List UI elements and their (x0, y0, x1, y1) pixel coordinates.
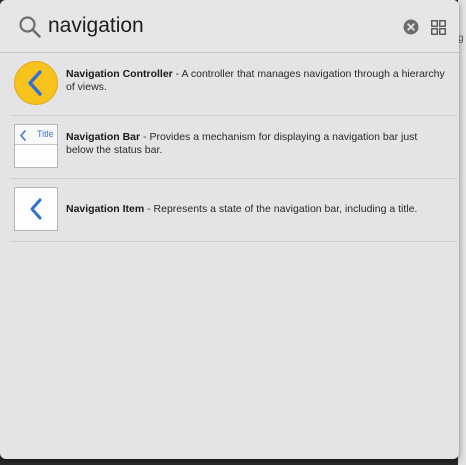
object-library-panel: Navigation Controller - A controller tha… (0, 0, 459, 459)
chevron-left-icon (28, 70, 42, 96)
grid-view-icon[interactable] (431, 20, 446, 35)
search-bar (0, 0, 459, 53)
list-item-title: Navigation Item (66, 203, 145, 215)
navigation-bar-preview: Title (15, 125, 57, 145)
list-item-title: Navigation Controller (66, 68, 173, 80)
navigation-bar-preview-title: Title (37, 129, 54, 139)
list-item-text: Navigation Controller - A controller tha… (66, 68, 446, 94)
list-item-text: Navigation Item - Represents a state of … (66, 203, 446, 216)
list-item-description: - Represents a state of the navigation b… (144, 203, 418, 215)
chevron-left-icon (30, 198, 42, 220)
list-item-text: Navigation Bar - Provides a mechanism fo… (66, 131, 446, 157)
navigation-item-icon (14, 187, 58, 231)
navigation-controller-icon (14, 61, 58, 105)
clear-icon[interactable] (403, 19, 419, 35)
results-list: Navigation Controller - A controller tha… (0, 53, 459, 242)
background-window-edge: g (458, 0, 466, 465)
search-icon (19, 16, 41, 38)
list-item-navigation-controller[interactable]: Navigation Controller - A controller tha… (10, 53, 457, 116)
list-item-title: Navigation Bar (66, 131, 141, 143)
navigation-bar-icon: Title (14, 124, 58, 168)
search-input[interactable] (48, 11, 378, 41)
chevron-left-icon (20, 130, 26, 141)
list-item-navigation-item[interactable]: Navigation Item - Represents a state of … (10, 179, 457, 242)
list-item-navigation-bar[interactable]: Title Navigation Bar - Provides a mechan… (10, 116, 457, 179)
